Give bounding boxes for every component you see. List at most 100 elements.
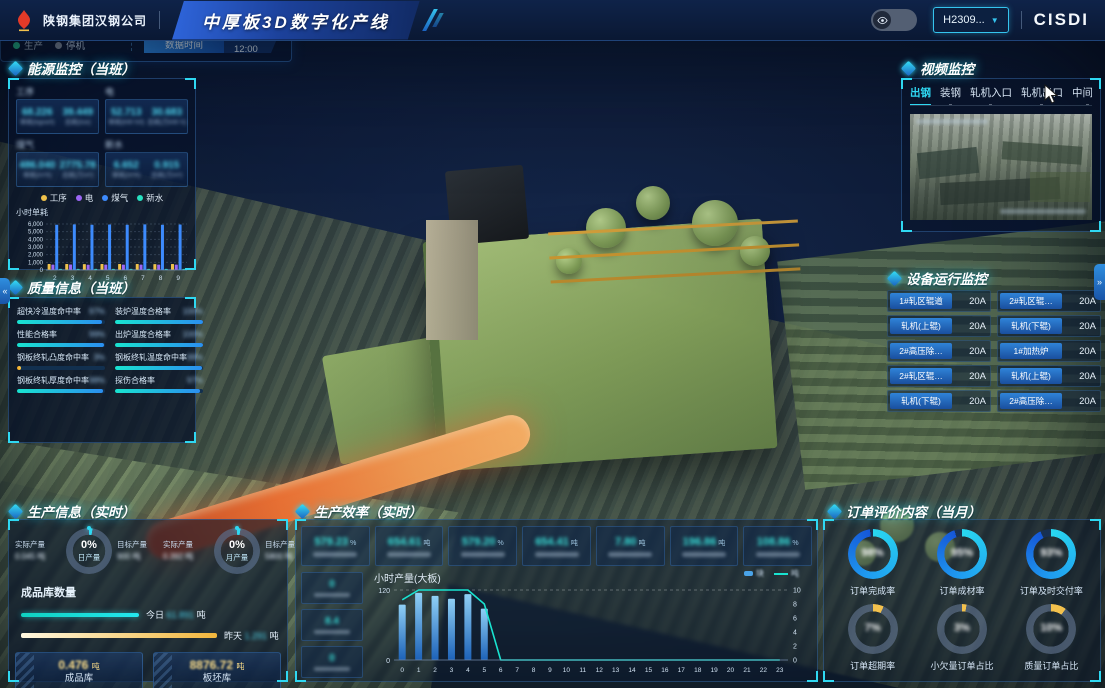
energy-unit: 单耗(kW·h/t) <box>108 119 144 126</box>
svg-text:6: 6 <box>793 616 797 623</box>
energy-unit: 单耗(m³/t) <box>23 172 52 179</box>
diamond-icon <box>887 270 903 286</box>
energy-group-values: 486.040单耗(m³/t) 2775.78总耗(万m³) <box>16 152 99 187</box>
page-title: 中厚板3D数字化产线 <box>172 1 420 40</box>
efficiency-panel-header: 生产效率（实时） <box>297 501 422 521</box>
legend-item: 新水 <box>137 192 163 204</box>
svg-text:9: 9 <box>176 275 180 282</box>
svg-text:1: 1 <box>417 667 421 674</box>
order-gauge: 7% <box>848 604 898 654</box>
svg-text:23: 23 <box>776 667 784 674</box>
svg-text:18: 18 <box>694 667 702 674</box>
cisdi-logo: CISDI <box>1034 10 1089 30</box>
svg-text:1,000: 1,000 <box>28 260 44 266</box>
svg-text:8: 8 <box>159 275 163 282</box>
line-legend-marker <box>774 573 788 575</box>
quality-panel-header: 质量信息（当班） <box>10 277 135 297</box>
production-panel: 实际产量0.045 吨 0%日产量 目标产量900 吨 实际产量0.392 吨 … <box>8 519 288 682</box>
svg-text:14: 14 <box>628 667 636 674</box>
svg-text:0: 0 <box>793 658 797 665</box>
svg-text:9: 9 <box>548 667 552 674</box>
quality-item: 钢板终轧凸度命中率3% <box>17 352 105 370</box>
order-gauge: 95% <box>937 529 987 579</box>
svg-text:4: 4 <box>466 667 470 674</box>
diamond-icon <box>8 503 24 519</box>
energy-panel-header: 能源监控（当班） <box>10 58 135 78</box>
visibility-toggle[interactable] <box>871 9 917 31</box>
energy-panel-title: 能源监控（当班） <box>27 58 135 78</box>
energy-groups: 工序 68.226单耗(kgce/t) 39.449总耗(tce) 电 52.7… <box>16 85 188 187</box>
left-collapse-tab[interactable]: « <box>0 278 10 304</box>
svg-text:16: 16 <box>661 667 669 674</box>
efficiency-stat-tile: 579.20% <box>448 526 517 566</box>
efficiency-stat-tile: 196.86吨 <box>670 526 739 566</box>
efficiency-side-tile: 8.4 <box>301 609 363 641</box>
svg-text:21: 21 <box>743 667 751 674</box>
camera-tab-轧机入口[interactable]: 轧机入口 <box>970 85 1012 100</box>
efficiency-stat-tile: 654.41吨 <box>522 526 591 566</box>
efficiency-panel-title: 生产效率（实时） <box>314 501 422 521</box>
device-cell: 2#轧区辊…20A <box>887 365 991 387</box>
quality-item: 性能合格率99% <box>17 329 105 347</box>
device-cell: 2#高压除…20A <box>997 390 1101 412</box>
energy-group-name: 煤气 <box>16 138 99 151</box>
efficiency-side-tile: 0 <box>301 646 363 678</box>
company-logo-icon <box>12 8 36 32</box>
svg-text:5,000: 5,000 <box>28 230 44 236</box>
order-gauge-cell: 3% 小欠量订单占比 <box>917 601 1006 676</box>
svg-text:8: 8 <box>532 667 536 674</box>
diamond-icon <box>295 503 311 519</box>
machinery-silhouette <box>917 147 979 179</box>
svg-text:0: 0 <box>400 667 404 674</box>
quality-panel: 超快冷温度命中率97% 装炉温度合格率100% 性能合格率99% 出炉温度合格率… <box>8 297 196 443</box>
efficiency-stat-tile: 654.61吨 <box>375 526 444 566</box>
energy-group-name: 工序 <box>16 85 99 98</box>
efficiency-stat-tile: 579.23% <box>301 526 370 566</box>
svg-text:6,000: 6,000 <box>28 222 44 228</box>
yesterday-bar <box>21 633 217 638</box>
order-gauges: 98% 订单完成率 95% 订单成材率 93% 订单及时交付率 7% 订单超期率… <box>828 526 1096 675</box>
camera-overlay-text <box>916 119 988 124</box>
quality-item: 钢板终轧厚度命中率98% <box>17 375 105 393</box>
order-gauge-cell: 10% 质量订单占比 <box>1007 601 1096 676</box>
camera-tab-出钢[interactable]: 出钢 <box>910 85 931 100</box>
camera-tab-轧机出口[interactable]: 轧机出口 <box>1021 85 1063 100</box>
camera-tab-中间冷[interactable]: 中间冷 <box>1072 85 1092 100</box>
finished-store-card: 0.476 吨 成品库 <box>15 652 143 688</box>
energy-unit: 单耗(kgce/t) <box>20 119 55 126</box>
svg-text:10: 10 <box>793 588 801 595</box>
device-row: 2#高压除…20A 1#加热炉20A <box>887 340 1101 362</box>
svg-text:12: 12 <box>596 667 604 674</box>
svg-text:4,000: 4,000 <box>28 237 44 243</box>
energy-unit: 单耗(m³/t) <box>112 172 141 179</box>
legend-item: 工序 <box>41 192 67 204</box>
diamond-icon <box>901 60 917 76</box>
energy-group-values: 52.713单耗(kW·h/t) 30.683总耗(万kW·h) <box>105 99 188 134</box>
divider <box>159 11 160 29</box>
svg-text:19: 19 <box>711 667 719 674</box>
camera-tab-装钢[interactable]: 装钢 <box>940 85 961 100</box>
diamond-icon <box>827 503 843 519</box>
device-cell: 1#加热炉20A <box>997 340 1101 362</box>
energy-group-values: 68.226单耗(kgce/t) 39.449总耗(tce) <box>16 99 99 134</box>
device-cell: 轧机(下辊)20A <box>887 390 991 412</box>
svg-text:0: 0 <box>40 268 44 274</box>
right-collapse-tab[interactable]: » <box>1094 264 1105 300</box>
svg-text:3: 3 <box>450 667 454 674</box>
shift-select-dropdown[interactable]: H2309... ▼ <box>933 7 1009 33</box>
svg-text:0: 0 <box>386 658 390 665</box>
svg-text:13: 13 <box>612 667 620 674</box>
efficiency-side-tile: 0 <box>301 572 363 604</box>
device-cell: 轧机(上辊)20A <box>997 365 1101 387</box>
machinery-silhouette <box>1001 141 1082 165</box>
order-gauge-cell: 7% 订单超期率 <box>828 601 917 676</box>
energy-value: 6.652 <box>114 160 139 172</box>
video-panel-title: 视频监控 <box>920 58 974 78</box>
energy-panel: 工序 68.226单耗(kgce/t) 39.449总耗(tce) 电 52.7… <box>8 78 196 270</box>
monthly-output-gauge: 0%月产量 <box>214 528 260 574</box>
device-cell: 2#高压除…20A <box>887 340 991 362</box>
camera-feed[interactable] <box>910 114 1092 220</box>
energy-value: 486.040 <box>19 160 55 172</box>
svg-text:3,000: 3,000 <box>28 245 44 251</box>
quality-items: 超快冷温度命中率97% 装炉温度合格率100% 性能合格率99% 出炉温度合格率… <box>17 306 187 393</box>
